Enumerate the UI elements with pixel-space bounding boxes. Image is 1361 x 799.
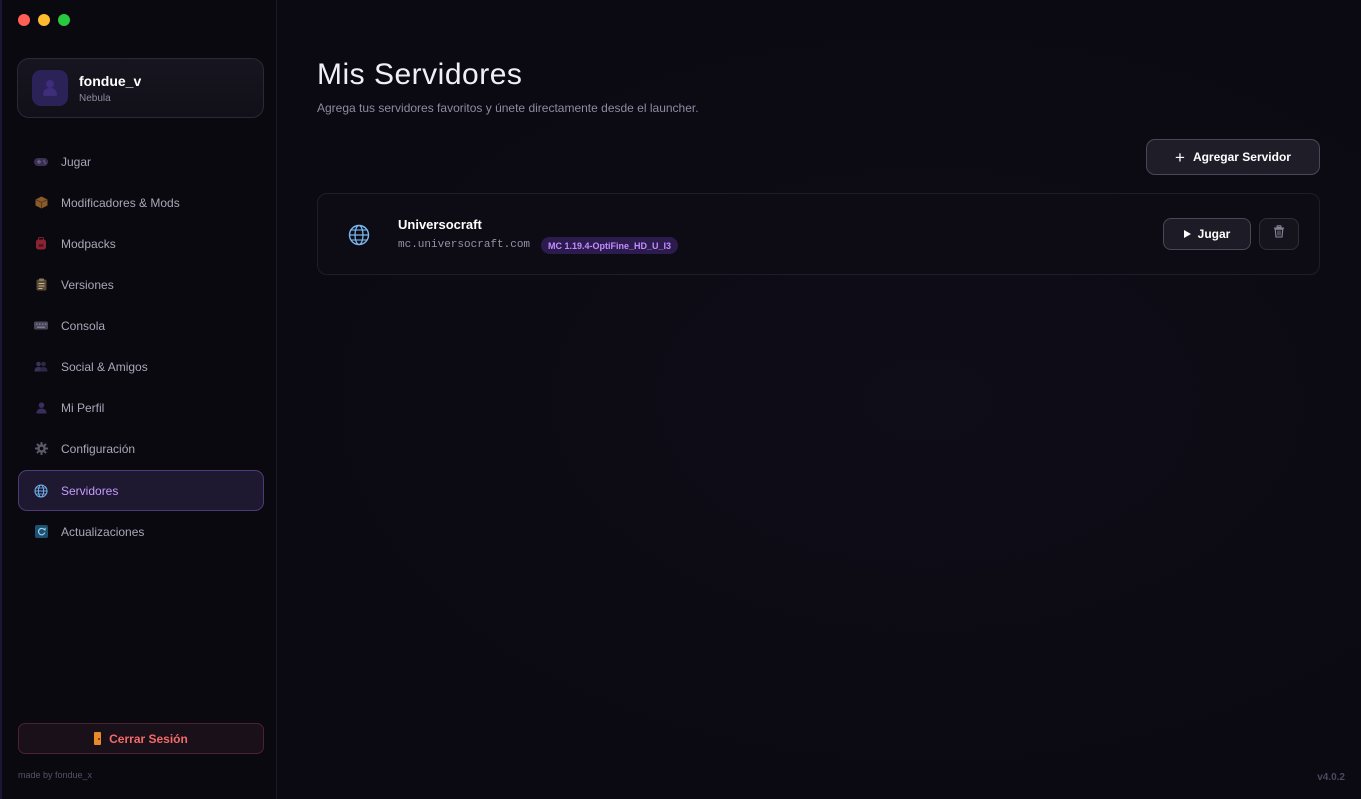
package-icon — [33, 195, 49, 211]
window-controls — [18, 14, 70, 26]
sidebar-item-label: Servidores — [61, 483, 119, 498]
sidebar-item-configuracion[interactable]: Configuración — [18, 428, 264, 469]
backpack-icon — [33, 236, 49, 252]
play-label: Jugar — [1197, 227, 1231, 241]
sidebar-item-servidores[interactable]: Servidores — [18, 470, 264, 511]
clipboard-icon — [33, 277, 49, 293]
server-name: Universocraft — [398, 217, 482, 232]
door-icon — [94, 732, 102, 745]
minimize-window-button[interactable] — [38, 14, 50, 26]
sidebar-item-label: Consola — [61, 318, 106, 333]
sidebar-item-versiones[interactable]: Versiones — [18, 264, 264, 305]
play-server-button[interactable]: Jugar — [1163, 218, 1251, 250]
profile-username: fondue_v — [79, 72, 142, 89]
trash-icon — [1273, 225, 1285, 243]
sidebar-item-label: Actualizaciones — [61, 524, 145, 539]
logout-button[interactable]: Cerrar Sesión — [18, 723, 264, 754]
launcher-window: fondue_v Nebula Jugar Modificadores & Mo… — [0, 0, 1361, 799]
sidebar-item-actualizaciones[interactable]: Actualizaciones — [18, 511, 264, 552]
sidebar-item-social[interactable]: Social & Amigos — [18, 346, 264, 387]
sidebar-item-label: Modpacks — [61, 236, 116, 251]
gear-icon — [33, 441, 49, 457]
main-content: Mis Servidores Agrega tus servidores fav… — [277, 0, 1361, 799]
page-title: Mis Servidores — [317, 58, 523, 91]
sidebar-item-perfil[interactable]: Mi Perfil — [18, 387, 264, 428]
gamepad-icon — [33, 154, 49, 170]
add-server-button[interactable]: + Agregar Servidor — [1146, 139, 1320, 175]
globe-icon — [33, 483, 49, 499]
app-version: v4.0.2 — [1317, 772, 1345, 783]
maximize-window-button[interactable] — [58, 14, 70, 26]
sidebar-item-consola[interactable]: Consola — [18, 305, 264, 346]
credit-text: made by fondue_x — [18, 770, 93, 780]
keyboard-icon — [33, 318, 49, 334]
sidebar-item-jugar[interactable]: Jugar — [18, 141, 264, 182]
profile-subtitle: Nebula — [79, 92, 111, 104]
server-card: Universocraft mc.universocraft.com MC 1.… — [317, 193, 1320, 275]
sidebar-item-label: Mi Perfil — [61, 400, 105, 415]
plus-icon: + — [1175, 147, 1185, 167]
delete-server-button[interactable] — [1259, 218, 1299, 250]
play-icon — [1183, 230, 1191, 238]
users-icon — [33, 359, 49, 375]
sidebar-item-label: Configuración — [61, 441, 136, 456]
sidebar: fondue_v Nebula Jugar Modificadores & Mo… — [0, 0, 277, 799]
server-address: mc.universocraft.com — [398, 239, 531, 251]
page-subtitle: Agrega tus servidores favoritos y únete … — [317, 101, 699, 115]
sidebar-item-label: Jugar — [61, 154, 92, 169]
sidebar-item-modpacks[interactable]: Modpacks — [18, 223, 264, 264]
sidebar-nav: Jugar Modificadores & Mods Modpacks Vers… — [18, 141, 264, 552]
user-icon — [33, 400, 49, 416]
server-globe-icon — [348, 224, 370, 246]
close-window-button[interactable] — [18, 14, 30, 26]
sidebar-item-mods[interactable]: Modificadores & Mods — [18, 182, 264, 223]
sidebar-item-label: Modificadores & Mods — [61, 195, 180, 210]
version-badge: MC 1.19.4-OptiFine_HD_U_I3 — [541, 237, 679, 254]
profile-card[interactable]: fondue_v Nebula — [17, 58, 264, 118]
user-avatar-icon — [43, 80, 57, 96]
sidebar-item-label: Social & Amigos — [61, 359, 148, 374]
avatar — [32, 70, 68, 106]
refresh-icon — [33, 524, 49, 540]
logout-label: Cerrar Sesión — [109, 731, 188, 746]
sidebar-item-label: Versiones — [61, 277, 114, 292]
add-server-label: Agregar Servidor — [1192, 150, 1291, 164]
